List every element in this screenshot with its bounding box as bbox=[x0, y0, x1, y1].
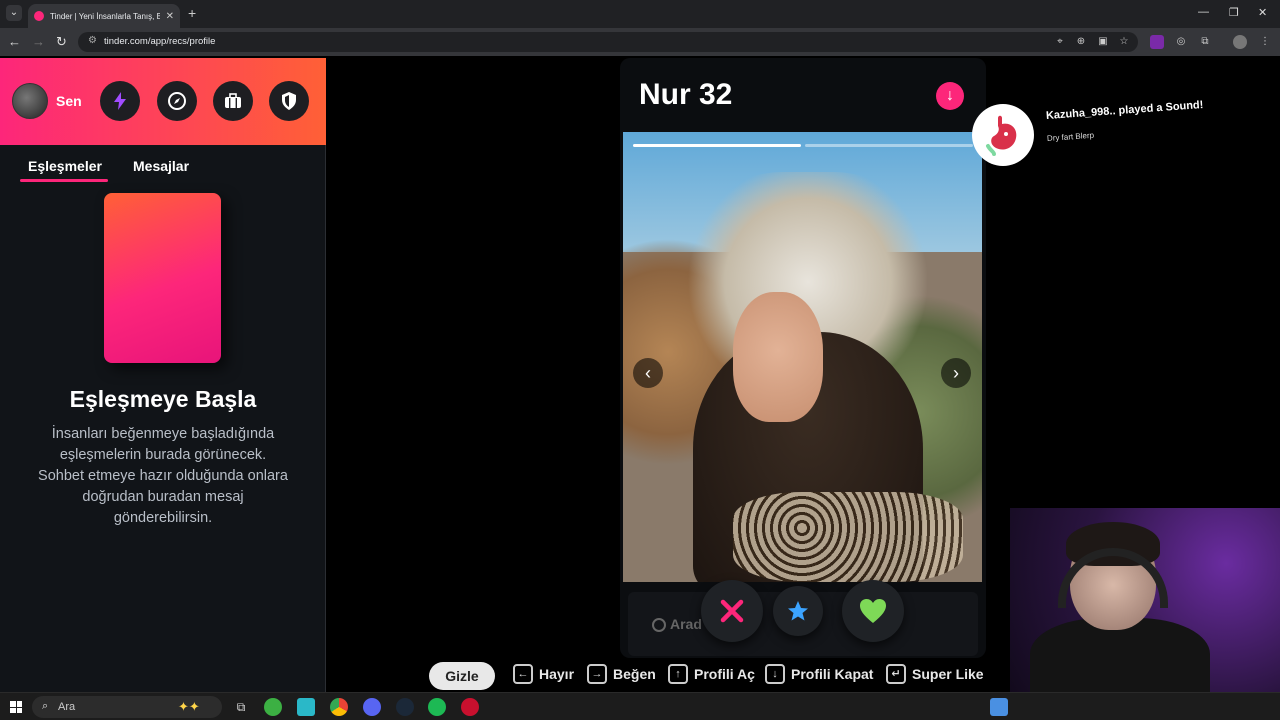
tab-matches[interactable]: Eşleşmeler bbox=[28, 158, 102, 174]
explore-button[interactable] bbox=[157, 81, 197, 121]
profile-photo[interactable]: ‹ › bbox=[623, 132, 982, 582]
hint-open-profile: ↑ Profili Aç bbox=[668, 664, 755, 684]
photo-progress-active bbox=[633, 144, 801, 147]
profile-avatar-icon[interactable] bbox=[1233, 35, 1247, 49]
star-icon bbox=[788, 601, 808, 621]
tab-messages[interactable]: Mesajlar bbox=[133, 158, 189, 174]
search-icon: ⌕ bbox=[42, 700, 49, 712]
task-view-icon[interactable]: ⧉ bbox=[232, 698, 250, 716]
hint-super-like: ↵ Super Like bbox=[886, 664, 984, 684]
spotify-icon[interactable] bbox=[428, 698, 446, 716]
active-tab-indicator bbox=[20, 179, 108, 182]
bookmark-star-icon[interactable]: ☆ bbox=[1117, 35, 1131, 49]
browser-tab-bar: ⌄ Tinder | Yeni İnsanlarla Tanış, Bu ✕ +… bbox=[0, 0, 1280, 28]
steam-icon[interactable] bbox=[396, 698, 414, 716]
windows-taskbar: ⌕ Ara ✦✦ ⧉ bbox=[0, 692, 1280, 720]
hint-close-profile: ↓ Profili Kapat bbox=[765, 664, 873, 684]
reload-icon[interactable]: ↻ bbox=[56, 34, 67, 50]
chrome-icon[interactable] bbox=[330, 698, 348, 716]
forward-icon[interactable]: → bbox=[32, 34, 45, 49]
next-photo-button[interactable]: › bbox=[941, 358, 971, 388]
nope-button[interactable] bbox=[701, 580, 763, 642]
notification-subtitle: Dry fart Blerp bbox=[1046, 130, 1095, 143]
minimize-icon[interactable]: — bbox=[1198, 6, 1209, 18]
safety-button[interactable] bbox=[269, 81, 309, 121]
extension-gamepad-icon[interactable]: ◎ bbox=[1174, 35, 1188, 49]
hint-like: → Beğen bbox=[587, 664, 656, 684]
install-app-icon[interactable]: ▣ bbox=[1096, 35, 1110, 49]
previous-photo-button[interactable]: ‹ bbox=[633, 358, 663, 388]
user-avatar[interactable] bbox=[12, 83, 48, 119]
location-icon[interactable]: ⌖ bbox=[1053, 35, 1067, 49]
enter-key-icon: ↵ bbox=[886, 664, 906, 684]
search-placeholder[interactable]: Arad bbox=[670, 616, 702, 632]
left-arrow-key-icon: ← bbox=[513, 664, 533, 684]
profile-name-age: Nur 32 bbox=[639, 78, 733, 111]
empty-state-description: İnsanları beğenmeye başladığında eşleşme… bbox=[38, 426, 288, 526]
notification-title: Kazuha_998.. played a Sound! bbox=[1045, 99, 1204, 122]
boost-button[interactable] bbox=[100, 81, 140, 121]
hint-nope: ← Hayır bbox=[513, 664, 574, 684]
stomach-icon bbox=[986, 115, 1017, 156]
site-info-icon[interactable]: ⚙ bbox=[88, 35, 97, 46]
tinder-favicon-icon bbox=[34, 11, 44, 21]
taskbar-search-label: Ara bbox=[58, 701, 76, 713]
empty-matches-card bbox=[104, 193, 221, 363]
url-text: tinder.com/app/recs/profile bbox=[104, 36, 216, 47]
app-icon-cyan[interactable] bbox=[297, 698, 315, 716]
compass-icon bbox=[168, 92, 186, 110]
search-icon bbox=[652, 618, 666, 632]
close-window-icon[interactable]: ✕ bbox=[1258, 6, 1267, 19]
down-arrow-key-icon: ↓ bbox=[765, 664, 785, 684]
matches-sidebar: Sen Eşleşmeler Mesajlar Eşleşmeye Başla … bbox=[0, 58, 326, 692]
browser-toolbar: ← → ↻ ⚙ tinder.com/app/recs/profile ⌖ ⊕ … bbox=[0, 28, 1280, 56]
sound-alert-icon bbox=[972, 104, 1034, 166]
sparkle-icon: ✦✦ bbox=[178, 699, 200, 714]
tab-search-button[interactable]: ⌄ bbox=[6, 5, 22, 21]
zoom-icon[interactable]: ⊕ bbox=[1074, 35, 1088, 49]
user-label[interactable]: Sen bbox=[56, 93, 82, 109]
up-arrow-key-icon: ↑ bbox=[668, 664, 688, 684]
shortcut-hints: Gizle ← Hayır → Beğen ↑ Profili Aç ↓ Pro… bbox=[0, 660, 1010, 692]
taskbar-search[interactable]: ⌕ Ara ✦✦ bbox=[32, 696, 222, 718]
webcam-overlay bbox=[1010, 508, 1280, 692]
photo-hand bbox=[733, 292, 823, 422]
profile-card: Nur 32 ↓ ‹ › Arad bbox=[620, 58, 986, 658]
discord-icon[interactable] bbox=[363, 698, 381, 716]
windows-start-icon[interactable] bbox=[10, 701, 22, 713]
hide-hints-button[interactable]: Gizle bbox=[429, 662, 495, 690]
extension-icon[interactable] bbox=[1150, 35, 1164, 49]
restore-icon[interactable]: ❐ bbox=[1229, 6, 1239, 19]
photo-progress-inactive bbox=[805, 144, 973, 147]
shield-icon bbox=[282, 92, 296, 110]
app-icon-green[interactable] bbox=[264, 698, 282, 716]
work-mode-button[interactable] bbox=[213, 81, 253, 121]
app-icon-red[interactable] bbox=[461, 698, 479, 716]
tab-title: Tinder | Yeni İnsanlarla Tanış, Bu bbox=[50, 11, 160, 21]
tray-icon[interactable] bbox=[990, 698, 1008, 716]
close-profile-button[interactable]: ↓ bbox=[936, 82, 964, 110]
address-bar[interactable]: ⚙ tinder.com/app/recs/profile bbox=[78, 32, 1138, 52]
super-like-button[interactable] bbox=[773, 586, 823, 636]
close-tab-icon[interactable]: ✕ bbox=[166, 11, 174, 22]
lightning-icon bbox=[114, 92, 126, 110]
empty-state-title: Eşleşmeye Başla bbox=[69, 386, 257, 412]
heart-icon bbox=[860, 599, 886, 623]
right-arrow-key-icon: → bbox=[587, 664, 607, 684]
menu-kebab-icon[interactable]: ⋮ bbox=[1258, 35, 1272, 49]
x-icon bbox=[720, 599, 744, 623]
like-button[interactable] bbox=[842, 580, 904, 642]
extensions-puzzle-icon[interactable]: ⧉ bbox=[1198, 35, 1212, 49]
briefcase-icon bbox=[225, 93, 241, 108]
browser-tab[interactable]: Tinder | Yeni İnsanlarla Tanış, Bu ✕ bbox=[28, 4, 180, 28]
sidebar-header: Sen bbox=[0, 58, 326, 145]
new-tab-button[interactable]: + bbox=[188, 5, 196, 21]
back-icon[interactable]: ← bbox=[8, 34, 21, 49]
